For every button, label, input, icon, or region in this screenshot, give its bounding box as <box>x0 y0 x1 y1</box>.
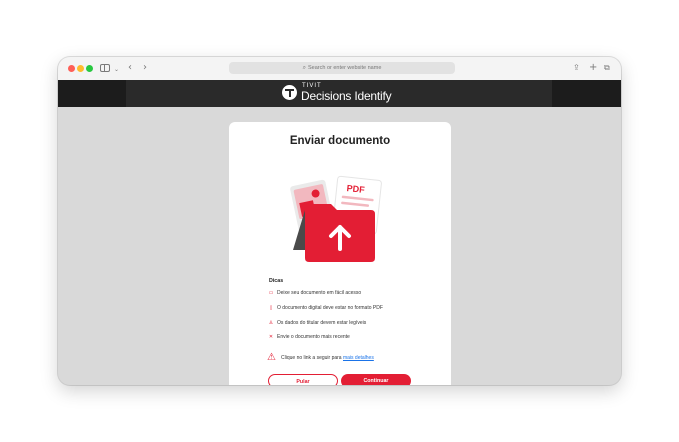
continue-button[interactable]: Continuar <box>341 374 411 385</box>
upload-folder-illustration: PDF <box>290 175 382 262</box>
tab-overview-icon[interactable]: ⧉ <box>604 62 610 74</box>
zoom-window-button[interactable] <box>86 65 93 72</box>
address-bar-placeholder: Search or enter website name <box>308 65 382 71</box>
chevron-down-icon[interactable]: ⌄ <box>114 64 119 76</box>
tip-item: ▯ O documento digital deve estar no forma… <box>267 305 383 311</box>
forward-icon[interactable]: › <box>143 62 147 74</box>
upload-card: Enviar documento PDF Dicas ▭ Deixe seu do… <box>229 122 451 385</box>
folder-icon: ▭ <box>268 290 274 296</box>
product-name: Decisions Identify <box>301 89 392 103</box>
tip-text: Deixe seu documento em fácil acesso <box>277 290 362 296</box>
new-tab-icon[interactable]: + <box>589 62 597 74</box>
page-title: Enviar documento <box>289 135 391 147</box>
details-notice: ⚠ Clique no link a seguir para mais detal… <box>267 352 374 363</box>
document-icon: ▯ <box>269 305 273 311</box>
tips-title: Dicas <box>269 278 284 284</box>
browser-toolbar: ⌄ ‹ › ⌕ Search or enter website name ⇪ + … <box>58 57 621 81</box>
tip-item: ♙ Os dados do titular devem estar legívei… <box>267 320 366 326</box>
skip-button[interactable]: Pular <box>268 374 338 385</box>
tip-text: Os dados do titular devem estar legíveis <box>277 320 367 326</box>
x-icon: ✕ <box>268 334 274 340</box>
tivit-logo-icon <box>282 85 297 100</box>
share-icon[interactable]: ⇪ <box>573 62 580 74</box>
browser-window: ⌄ ‹ › ⌕ Search or enter website name ⇪ + … <box>58 57 621 385</box>
minimize-window-button[interactable] <box>77 65 84 72</box>
address-bar[interactable]: ⌕ Search or enter website name <box>229 62 455 74</box>
close-window-button[interactable] <box>68 65 75 72</box>
details-link[interactable]: mais detalhes <box>343 355 374 361</box>
warning-icon: ⚠ <box>267 352 276 363</box>
search-icon: ⌕ <box>302 64 306 71</box>
details-notice-text: Clique no link a seguir para <box>281 354 343 361</box>
tip-text: O documento digital deve estar no format… <box>277 305 383 311</box>
tip-text: Envie o documento mais recente <box>277 334 350 340</box>
person-icon: ♙ <box>268 320 274 326</box>
tip-item: ✕ Envie o documento mais recente <box>267 334 350 340</box>
tip-item: ▭ Deixe seu documento em fácil acesso <box>267 290 362 296</box>
pdf-label: PDF <box>346 183 365 195</box>
sidebar-toggle-icon[interactable] <box>100 64 110 72</box>
back-icon[interactable]: ‹ <box>128 62 132 74</box>
